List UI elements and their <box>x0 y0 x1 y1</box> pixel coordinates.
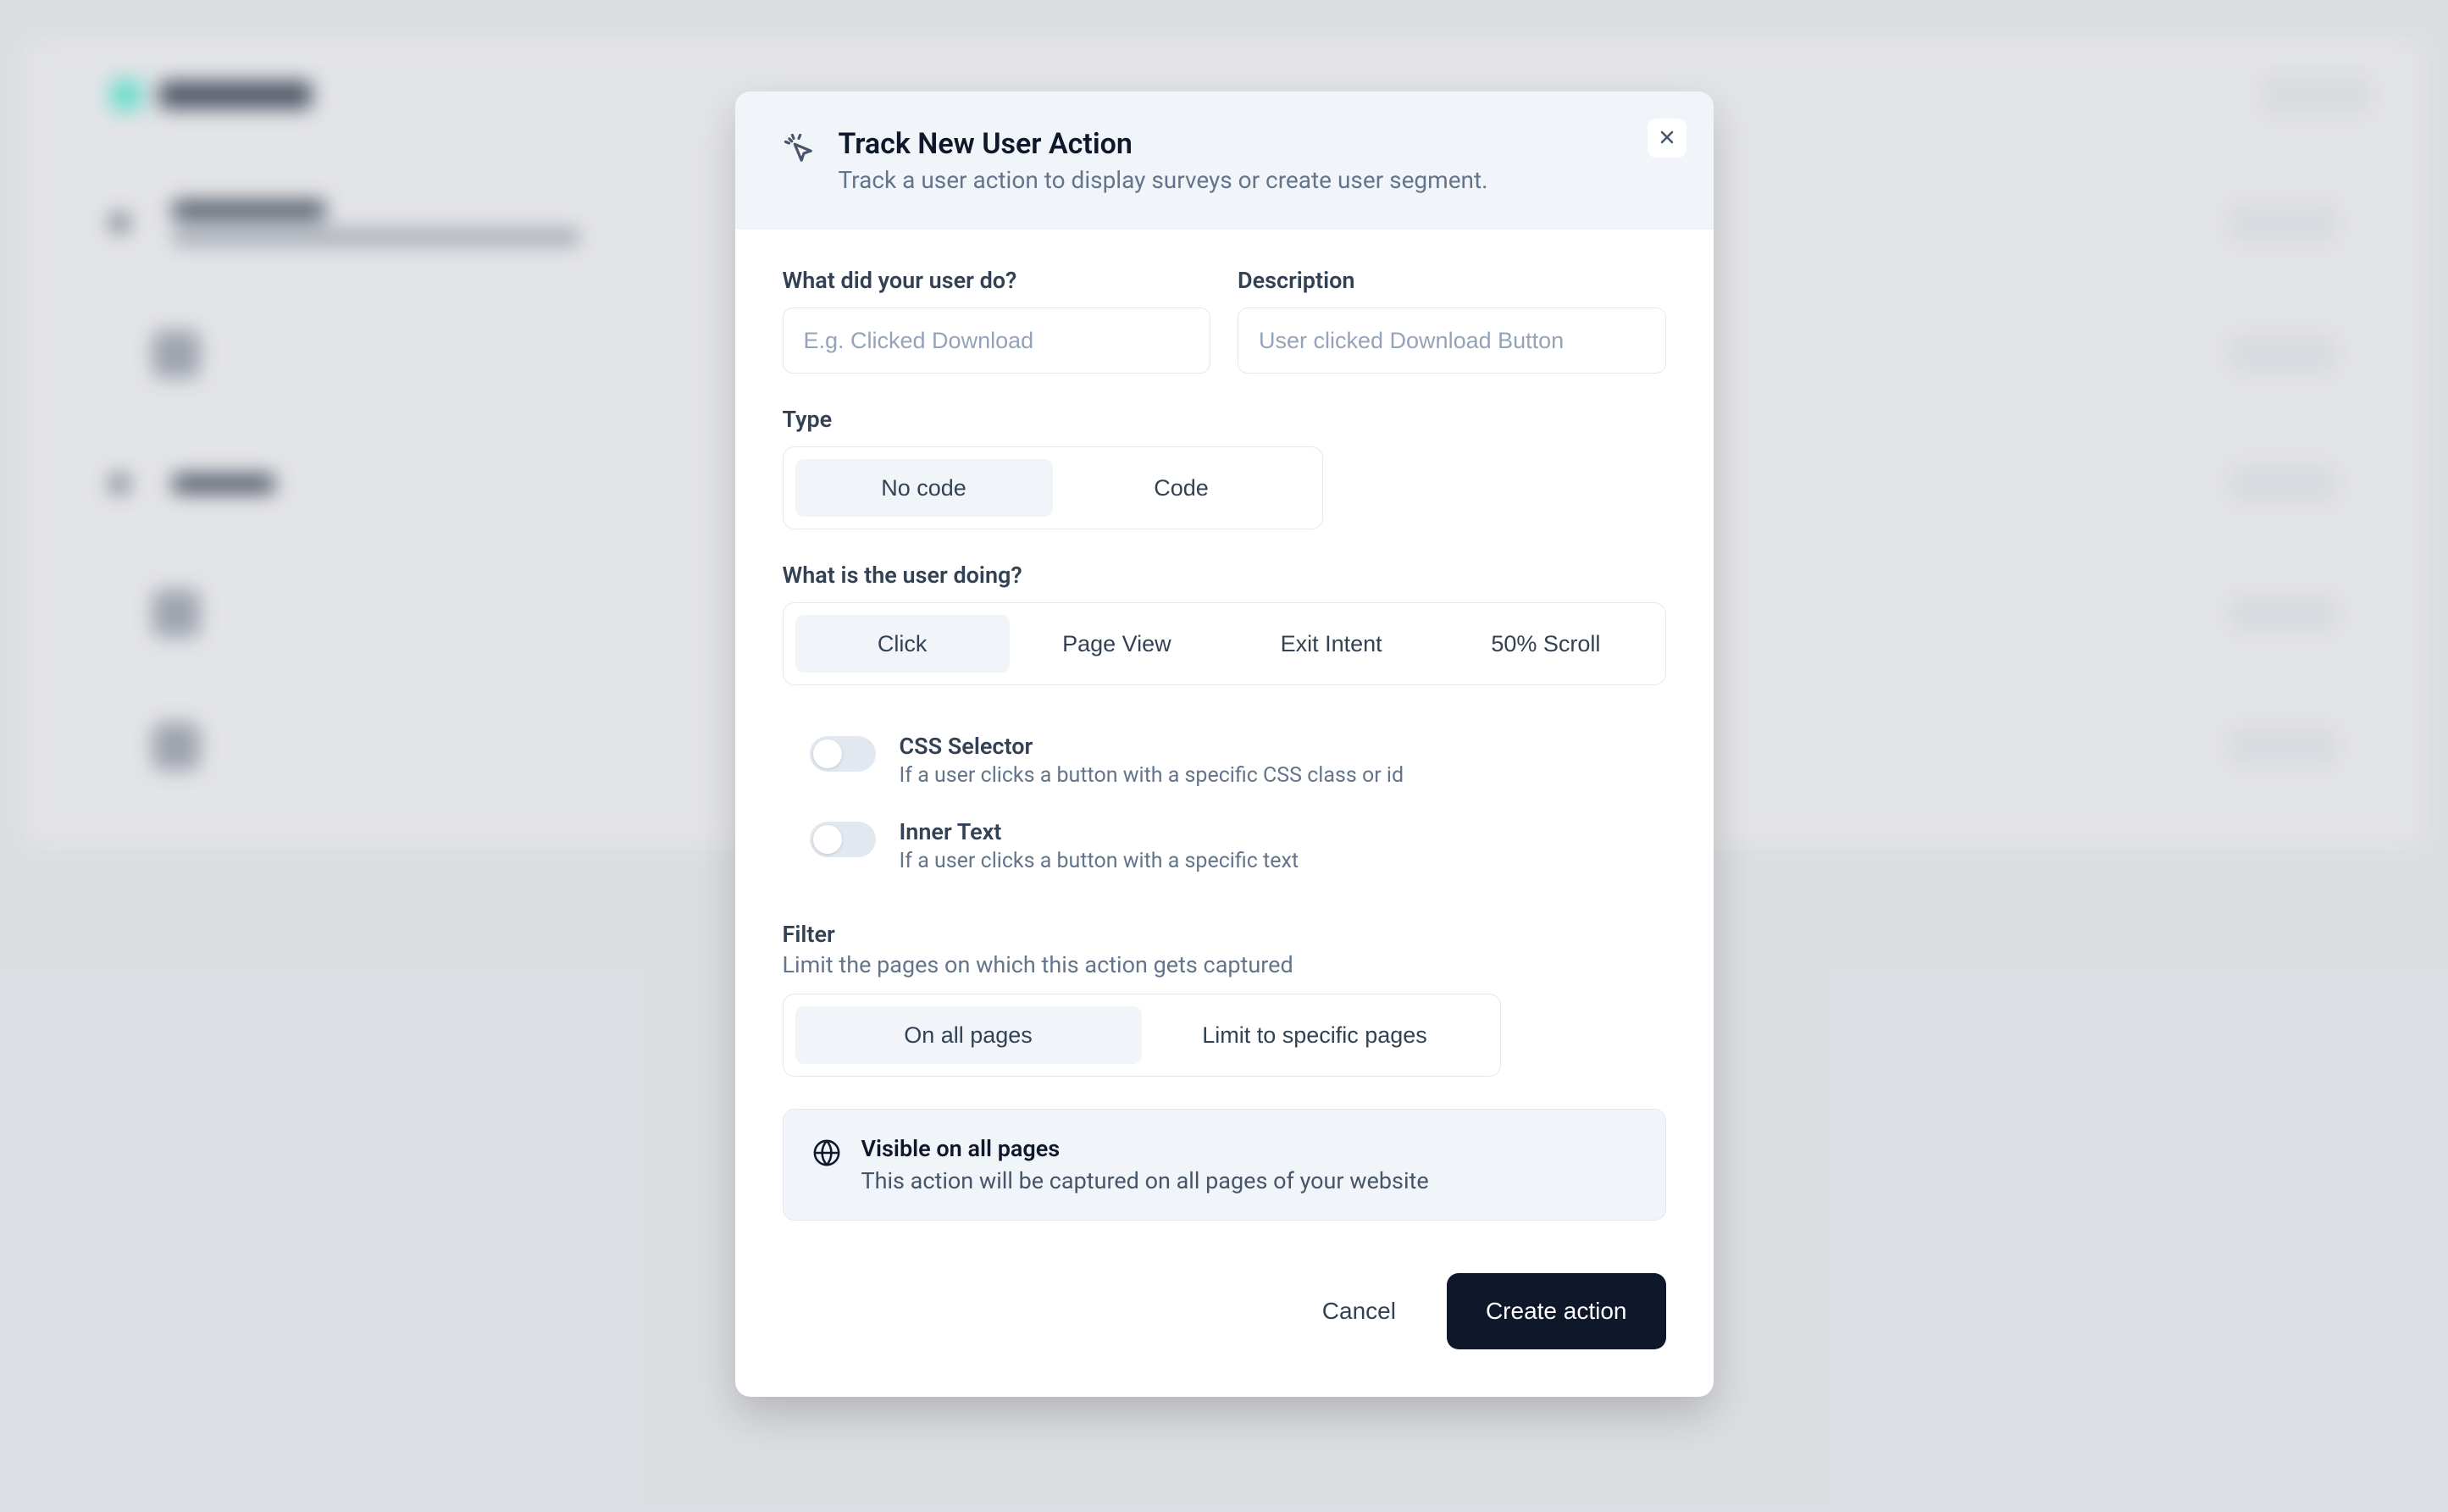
css-selector-toggle[interactable] <box>810 736 876 772</box>
create-action-button[interactable]: Create action <box>1447 1273 1666 1349</box>
css-selector-desc: If a user clicks a button with a specifi… <box>900 763 1404 788</box>
action-name-input[interactable] <box>783 307 1211 374</box>
description-input[interactable] <box>1238 307 1666 374</box>
close-icon <box>1657 127 1677 150</box>
filter-segment: On all pages Limit to specific pages <box>783 994 1501 1077</box>
modal-title: Track New User Action <box>839 127 1488 161</box>
info-desc: This action will be captured on all page… <box>861 1167 1429 1194</box>
doing-option-50-scroll[interactable]: 50% Scroll <box>1438 615 1653 673</box>
cancel-button[interactable]: Cancel <box>1283 1273 1435 1349</box>
filter-label: Filter <box>783 921 1666 948</box>
inner-text-toggle[interactable] <box>810 822 876 857</box>
user-doing-label: What is the user doing? <box>783 562 1666 589</box>
modal-subtitle: Track a user action to display surveys o… <box>839 166 1488 194</box>
inner-text-desc: If a user clicks a button with a specifi… <box>900 849 1299 873</box>
filter-option-specific[interactable]: Limit to specific pages <box>1142 1006 1488 1064</box>
track-action-modal: Track New User Action Track a user actio… <box>735 91 1714 1397</box>
close-button[interactable] <box>1648 119 1686 158</box>
visibility-info-box: Visible on all pages This action will be… <box>783 1109 1666 1221</box>
filter-option-all[interactable]: On all pages <box>795 1006 1142 1064</box>
inner-text-label: Inner Text <box>900 818 1299 845</box>
info-title: Visible on all pages <box>861 1135 1429 1162</box>
globe-icon <box>812 1135 841 1171</box>
css-selector-label: CSS Selector <box>900 733 1404 760</box>
type-segment: No code Code <box>783 446 1323 529</box>
action-name-label: What did your user do? <box>783 267 1211 294</box>
type-option-code[interactable]: Code <box>1053 459 1310 517</box>
type-label: Type <box>783 406 1666 433</box>
type-option-no-code[interactable]: No code <box>795 459 1053 517</box>
description-label: Description <box>1238 267 1666 294</box>
modal-header: Track New User Action Track a user actio… <box>735 91 1714 230</box>
user-doing-segment: Click Page View Exit Intent 50% Scroll <box>783 602 1666 685</box>
cursor-click-icon <box>783 132 815 164</box>
modal-overlay: Track New User Action Track a user actio… <box>0 0 2448 1512</box>
doing-option-exit-intent[interactable]: Exit Intent <box>1224 615 1438 673</box>
doing-option-click[interactable]: Click <box>795 615 1010 673</box>
doing-option-page-view[interactable]: Page View <box>1010 615 1224 673</box>
modal-footer: Cancel Create action <box>735 1258 1714 1397</box>
filter-sub: Limit the pages on which this action get… <box>783 951 1666 978</box>
